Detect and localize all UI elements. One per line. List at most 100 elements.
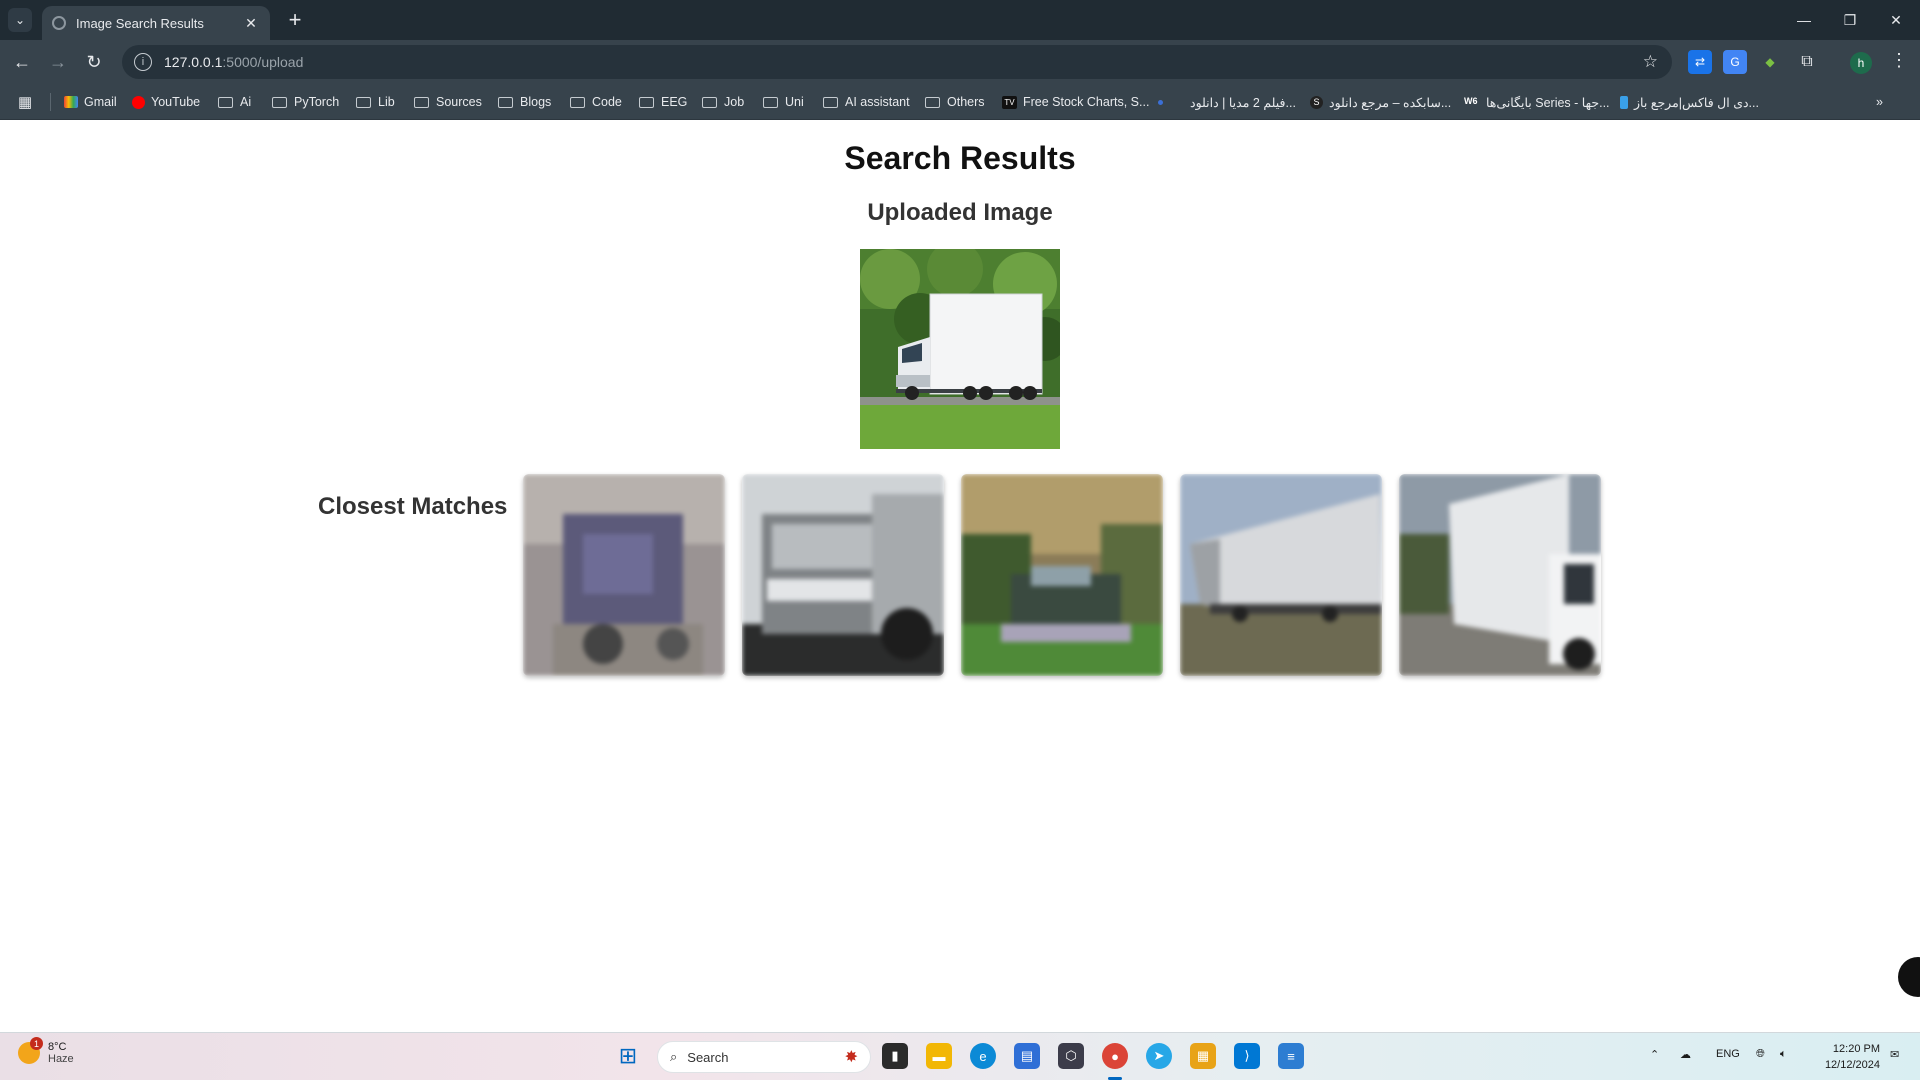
bookmark-dot-site[interactable] [1158,93,1169,111]
bookmark-label: PyTorch [294,95,340,109]
file-explorer-icon[interactable]: ▬ [926,1043,952,1069]
taskbar-search-placeholder: Search [687,1049,729,1065]
bookmark-label: Uni [785,95,804,109]
bookmark-folder-blogs[interactable]: Blogs [498,93,551,111]
match-image-3[interactable] [961,474,1163,676]
microsoft-store-icon[interactable]: ▤ [1014,1043,1040,1069]
windows-start-icon[interactable]: ⊞ [615,1043,641,1069]
profile-avatar[interactable]: h [1850,52,1872,74]
gmail-icon [64,96,78,108]
task-view-icon[interactable]: ▮ [882,1043,908,1069]
bookmark-folder-uni[interactable]: Uni [763,93,804,111]
bookmark-folder-job[interactable]: Job [702,93,744,111]
page-title: Search Results [844,140,1076,176]
search-icon: ⌕ [670,1049,678,1064]
match-image-5[interactable] [1399,474,1601,676]
forward-button[interactable]: → [44,48,72,76]
address-bar[interactable]: i 127.0.0.1:5000/upload ☆ [122,45,1672,79]
edge-icon[interactable]: e [970,1043,996,1069]
folder-icon [272,96,287,108]
folder-icon [925,96,940,108]
app-cube-icon[interactable]: ⬡ [1058,1043,1084,1069]
site-info-icon[interactable]: i [134,53,152,71]
browser-menu-icon[interactable]: ⋮ [1890,50,1908,71]
bookmark-folder-sources[interactable]: Sources [414,93,482,111]
bookmark-folder-code[interactable]: Code [570,93,622,111]
url-path: :5000/upload [222,54,304,70]
bookmark-label: سابکده – مرجع دانلود... [1329,95,1452,110]
globe-icon [52,16,66,30]
search-highlight-icon: ✸ [844,1049,858,1066]
bookmark-subkade[interactable]: S سابکده – مرجع دانلود... [1310,93,1451,111]
floating-side-button[interactable] [1898,957,1920,997]
bookmark-label: Free Stock Charts, S... [1023,95,1150,109]
bookmark-label: Job [724,95,745,109]
telegram-icon[interactable]: ➤ [1146,1043,1172,1069]
google-translate-icon[interactable]: G [1723,50,1747,74]
match-image-1[interactable] [523,474,725,676]
bookmark-gmail[interactable]: Gmail [64,93,117,111]
new-tab-button[interactable]: + [282,8,308,34]
volume-icon[interactable]: 🔈︎ [1780,1048,1787,1061]
taskbar-search-box[interactable]: ⌕ Search ✸ [657,1041,871,1073]
notepad-icon[interactable]: ≡ [1278,1043,1304,1069]
paint-icon[interactable]: ▦ [1190,1043,1216,1069]
folder-icon [414,96,429,108]
bookmark-folder-eeg[interactable]: EEG [639,93,687,111]
close-window-button[interactable]: ✕ [1874,0,1918,40]
bookmark-label: دی ال فاکس|مرجع باز... [1634,95,1759,110]
back-button[interactable]: ← [8,48,36,76]
notifications-icon[interactable]: ✉ [1890,1048,1899,1061]
system-clock[interactable]: 12:20 PM 12/12/2024 [1810,1041,1880,1073]
browser-toolbar: ← → ↻ i 127.0.0.1:5000/upload ☆ ⇄ G ◆ ⧉ [0,40,1920,84]
folder-icon [356,96,371,108]
page-content: Search Results Uploaded Image Closest Ma… [0,120,1920,1032]
onedrive-icon[interactable]: ☁ [1680,1048,1691,1061]
bookmark-folder-lib[interactable]: Lib [356,93,395,111]
bookmark-youtube[interactable]: YouTube [132,93,200,111]
extensions-puzzle-icon[interactable]: ⧉ [1795,50,1819,74]
bookmark-label: Code [592,95,622,109]
folder-icon [763,96,778,108]
clock-date: 12/12/2024 [1824,1059,1880,1071]
bookmarks-overflow-icon[interactable]: » [1876,93,1883,111]
extension-leaf-icon[interactable]: ◆ [1758,50,1782,74]
clock-time: 12:20 PM [1832,1043,1880,1055]
bookmark-label: Blogs [520,95,552,109]
bookmark-film2media[interactable]: فیلم 2 مدیا | دانلود... [1190,93,1296,111]
bookmark-tradingview[interactable]: TV Free Stock Charts, S... [1002,93,1149,111]
bookmark-label: YouTube [151,95,201,109]
bookmark-w6[interactable]: W6 بایگانی‌ها Series - جها... [1464,93,1610,111]
folder-icon [498,96,513,108]
weather-description: Haze [48,1053,74,1065]
active-tab[interactable]: Image Search Results ✕ [42,6,270,40]
bookmark-dlfox[interactable]: دی ال فاکس|مرجع باز... [1620,93,1759,111]
tray-overflow-icon[interactable]: ⌃ [1650,1048,1659,1061]
chrome-icon[interactable]: ● [1102,1043,1128,1069]
uploaded-image [860,249,1060,449]
apps-grid-icon[interactable]: ▦ [18,93,32,111]
folder-icon [823,96,838,108]
tab-search-button[interactable]: ⌄ [8,8,32,32]
match-image-2[interactable] [742,474,944,676]
minimize-button[interactable]: — [1782,0,1826,40]
match-image-4[interactable] [1180,474,1382,676]
bookmark-star-icon[interactable]: ☆ [1643,52,1658,72]
bookmark-folder-pytorch[interactable]: PyTorch [272,93,339,111]
youtube-icon [132,95,145,109]
network-icon[interactable]: 🌐︎ [1756,1048,1765,1061]
weather-widget[interactable]: 1 8°C Haze [18,1037,74,1065]
extension-translate-icon[interactable]: ⇄ [1688,50,1712,74]
bookmark-folder-ai-assistant[interactable]: AI assistant [823,93,910,111]
bookmark-label: Gmail [84,95,117,109]
tab-close-icon[interactable]: ✕ [242,15,260,32]
vscode-icon[interactable]: ⟩ [1234,1043,1260,1069]
bookmark-folder-ai[interactable]: Ai [218,93,251,111]
dlfox-icon [1620,95,1628,109]
tradingview-icon: TV [1002,95,1017,109]
language-indicator[interactable]: ENG [1716,1048,1740,1060]
bookmark-label: Sources [436,95,482,109]
reload-button[interactable]: ↻ [80,48,108,76]
restore-button[interactable]: ❐ [1828,0,1872,40]
bookmark-folder-others[interactable]: Others [925,93,985,111]
